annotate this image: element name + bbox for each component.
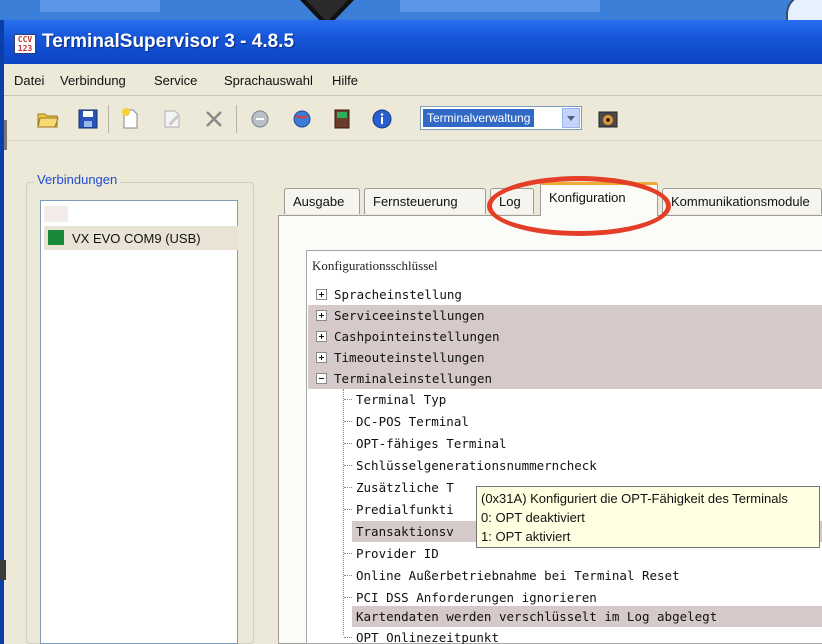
tree-leaf-label: DC-POS Terminal [356, 414, 469, 429]
window-edge [4, 120, 7, 150]
tree-leaf[interactable]: OPT-fähiges Terminal [308, 433, 822, 454]
desktop-strip [0, 0, 822, 22]
tree-connector-line [344, 443, 352, 444]
delete-icon[interactable] [202, 107, 226, 131]
tab-kommunikationsmodule[interactable]: Kommunikationsmodule [662, 188, 822, 214]
expand-plus-icon[interactable] [316, 310, 327, 321]
app-icon: CCV 123 [14, 34, 36, 54]
collapse-minus-icon[interactable] [316, 373, 327, 384]
new-document-icon[interactable] [118, 107, 142, 131]
title-bar[interactable]: CCV 123 TerminalSupervisor 3 - 4.8.5 [4, 20, 822, 64]
config-tree-header: Konfigurationsschlüssel [312, 258, 438, 273]
tree-leaf-label: OPT-fähiges Terminal [356, 436, 507, 451]
tree-leaf-label: Zusätzliche T [356, 480, 454, 495]
tree-leaf[interactable]: OPT Onlinezeitpunkt [308, 627, 822, 644]
tree-connector-line [344, 509, 352, 510]
tree-connector-line [344, 487, 352, 488]
edit-icon[interactable] [160, 107, 184, 131]
tree-leaf[interactable]: Schlüsselgenerationsnummerncheck [308, 455, 822, 476]
tree-connector-line [344, 553, 352, 554]
tab-ausgabe[interactable]: Ausgabe [284, 188, 360, 214]
list-item-empty [44, 206, 68, 222]
highlight-circle [487, 176, 671, 236]
menu-service[interactable]: Service [154, 73, 197, 88]
tree-connector-line [344, 575, 352, 576]
tree-node-label: Serviceeinstellungen [334, 308, 485, 323]
open-folder-icon[interactable] [36, 107, 60, 131]
expand-plus-icon[interactable] [316, 289, 327, 300]
desktop-segment [400, 0, 600, 12]
info-icon[interactable] [370, 107, 394, 131]
tree-connector-line [344, 465, 352, 466]
tree-node-spracheinstellung[interactable]: Spracheinstellung [308, 284, 822, 305]
tree-connector-line [344, 597, 352, 598]
tree-leaf-label: Online Außerbetriebnahme bei Terminal Re… [356, 568, 680, 583]
tree-leaf-label: Schlüsselgenerationsnummerncheck [356, 458, 597, 473]
tab-fernsteuerung[interactable]: Fernsteuerung [364, 188, 486, 214]
terminal-tool-icon[interactable] [596, 107, 620, 131]
tree-leaf-label: Predialfunkti [356, 502, 454, 517]
expand-plus-icon[interactable] [316, 352, 327, 363]
tree-connector-line [344, 399, 352, 400]
tooltip-line: (0x31A) Konfiguriert die OPT-Fähigkeit d… [481, 491, 788, 506]
tree-node-cashpointeinstellungen[interactable]: Cashpointeinstellungen [308, 326, 822, 347]
window-edge [0, 560, 6, 580]
chevron-down-icon[interactable] [562, 108, 580, 128]
menu-bar: Datei Verbindung Service Sprachauswahl H… [4, 64, 822, 96]
menu-verbindung[interactable]: Verbindung [60, 73, 126, 88]
tree-node-label: Terminaleinstellungen [334, 371, 493, 386]
tree-leaf-label: Terminal Typ [356, 392, 447, 407]
tree-leaf[interactable]: PCI DSS Anforderungen ignorieren [308, 587, 822, 608]
menu-hilfe[interactable]: Hilfe [332, 73, 358, 88]
toolbar-separator [236, 105, 237, 133]
connections-list[interactable] [40, 200, 238, 644]
status-indicator-icon [48, 230, 64, 245]
toolbar [4, 97, 822, 141]
tree-node-label: Spracheinstellung [334, 287, 462, 302]
tree-leaf[interactable]: DC-POS Terminal [308, 411, 822, 432]
window-title: TerminalSupervisor 3 - 4.8.5 [42, 31, 295, 52]
disconnect-icon[interactable] [248, 107, 272, 131]
tree-leaf[interactable]: Online Außerbetriebnahme bei Terminal Re… [308, 565, 822, 586]
toolbar-separator [108, 105, 109, 133]
desktop-segment [40, 0, 160, 12]
connections-label: Verbindungen [34, 172, 121, 187]
tree-node-serviceeinstellungen[interactable]: Serviceeinstellungen [308, 305, 822, 326]
menu-sprachauswahl[interactable]: Sprachauswahl [224, 73, 313, 88]
terminal-icon[interactable] [330, 107, 354, 131]
tree-node-terminaleinstellungen[interactable]: Terminaleinstellungen [308, 368, 822, 389]
tree-leaf-label: PCI DSS Anforderungen ignorieren [356, 590, 597, 605]
tree-connector-line [344, 421, 352, 422]
save-icon[interactable] [76, 107, 100, 131]
tree-leaf[interactable]: Kartendaten werden verschlüsselt im Log … [352, 606, 822, 627]
menu-datei[interactable]: Datei [14, 73, 44, 88]
connection-label: VX EVO COM9 (USB) [72, 231, 201, 246]
tree-leaf-label: Transaktionsv [356, 524, 454, 539]
tree-node-timeouteinstellungen[interactable]: Timeouteinstellungen [308, 347, 822, 368]
tree-node-label: Cashpointeinstellungen [334, 329, 500, 344]
tooltip: (0x31A) Konfiguriert die OPT-Fähigkeit d… [476, 486, 820, 548]
connect-icon[interactable] [290, 107, 314, 131]
tree-node-label: Timeouteinstellungen [334, 350, 485, 365]
view-select[interactable]: Terminalverwaltung [420, 106, 582, 130]
tree-leaf[interactable]: Terminal Typ [308, 389, 822, 410]
expand-plus-icon[interactable] [316, 331, 327, 342]
tree-leaf-label: OPT Onlinezeitpunkt [356, 630, 499, 644]
tooltip-line: 1: OPT aktiviert [481, 529, 571, 544]
tree-leaf-label: Provider ID [356, 546, 439, 561]
view-select-value: Terminalverwaltung [423, 109, 535, 127]
tooltip-line: 0: OPT deaktiviert [481, 510, 585, 525]
tree-connector-line [344, 637, 352, 638]
tree-leaf-label: Kartendaten werden verschlüsselt im Log … [356, 609, 718, 624]
